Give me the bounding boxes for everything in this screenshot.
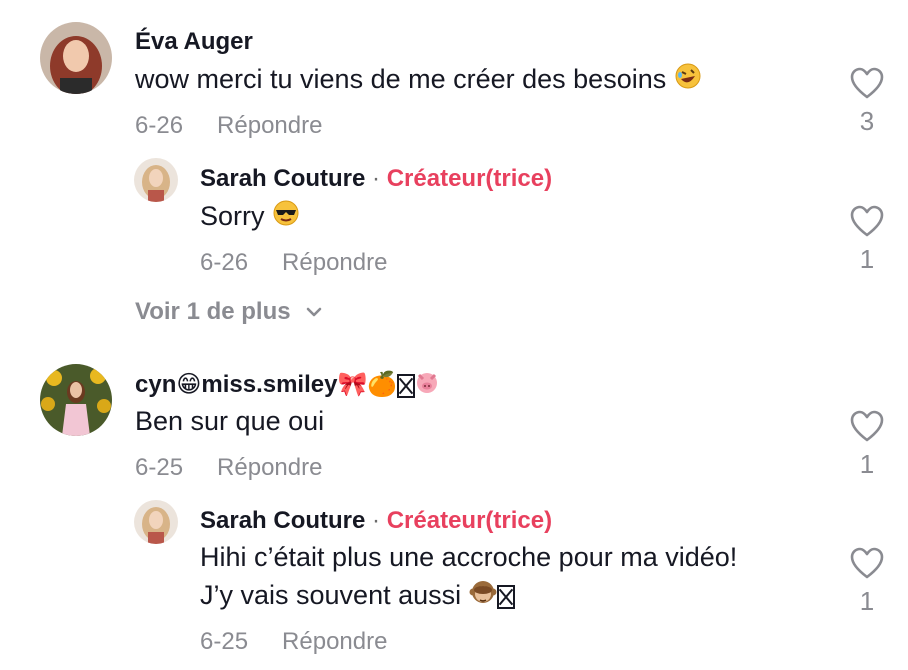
reply-username[interactable]: Sarah Couture	[200, 507, 365, 534]
pig-face-emoji-icon	[415, 370, 439, 401]
like-button[interactable]: 1	[842, 204, 892, 275]
avatar[interactable]	[40, 22, 112, 94]
sunglasses-face-emoji-icon	[272, 199, 300, 237]
comment-username[interactable]: Éva Auger	[135, 28, 253, 56]
reply-button[interactable]: Répondre	[217, 112, 322, 139]
comment-username[interactable]: cyn😁miss.smiley🎀🍊	[135, 370, 439, 401]
like-button[interactable]: 1	[842, 546, 892, 617]
chevron-down-icon	[306, 307, 321, 317]
reply-meta: 6-25 Répondre	[200, 628, 387, 656]
heart-outline-icon	[850, 547, 884, 579]
like-button[interactable]: 1	[842, 409, 892, 480]
rolling-on-floor-laughing-emoji-icon	[674, 62, 702, 100]
reply-date: 6-25	[200, 628, 249, 655]
separator: ·	[372, 165, 381, 192]
reply-header: Sarah Couture · Créateur(trice)	[200, 507, 552, 535]
comment-date: 6-26	[135, 112, 184, 139]
comment-date: 6-25	[135, 454, 184, 481]
reply-text-line-1: Hihi c’était plus une accroche pour ma v…	[200, 542, 738, 572]
creator-badge: Créateur(trice)	[386, 165, 553, 192]
reply-text-line-2: J’y vais souvent aussi	[200, 576, 515, 616]
reply-date: 6-26	[200, 249, 249, 276]
heart-outline-icon	[850, 205, 884, 237]
reply-header: Sarah Couture · Créateur(trice)	[200, 165, 552, 193]
reply-button[interactable]: Répondre	[282, 249, 387, 276]
avatar[interactable]	[134, 500, 178, 544]
reply-username[interactable]: Sarah Couture	[200, 165, 365, 192]
comment-meta: 6-25 Répondre	[135, 454, 322, 482]
creator-badge: Créateur(trice)	[386, 507, 553, 534]
avatar[interactable]	[134, 158, 178, 202]
view-more-replies-button[interactable]: Voir 1 de plus	[135, 298, 323, 326]
see-no-evil-monkey-emoji-icon	[469, 578, 497, 616]
like-count: 1	[859, 449, 875, 479]
comment-text: wow merci tu viens de me créer des besoi…	[135, 60, 702, 100]
like-count: 1	[859, 244, 875, 274]
reply-button[interactable]: Répondre	[217, 454, 322, 481]
like-count: 3	[859, 106, 875, 136]
reply-text: Sorry	[200, 197, 300, 237]
unsupported-glyph-icon	[397, 373, 416, 398]
heart-outline-icon	[850, 67, 884, 99]
heart-outline-icon	[850, 410, 884, 442]
unsupported-glyph-icon	[496, 584, 515, 609]
reply-button[interactable]: Répondre	[282, 628, 387, 655]
view-more-label: Voir 1 de plus	[135, 298, 291, 325]
reply-meta: 6-26 Répondre	[200, 249, 387, 277]
like-button[interactable]: 3	[842, 66, 892, 137]
like-count: 1	[859, 586, 875, 616]
avatar[interactable]	[40, 364, 112, 436]
comment-meta: 6-26 Répondre	[135, 112, 322, 140]
comment-text: Ben sur que oui	[135, 406, 325, 436]
separator: ·	[372, 507, 381, 534]
